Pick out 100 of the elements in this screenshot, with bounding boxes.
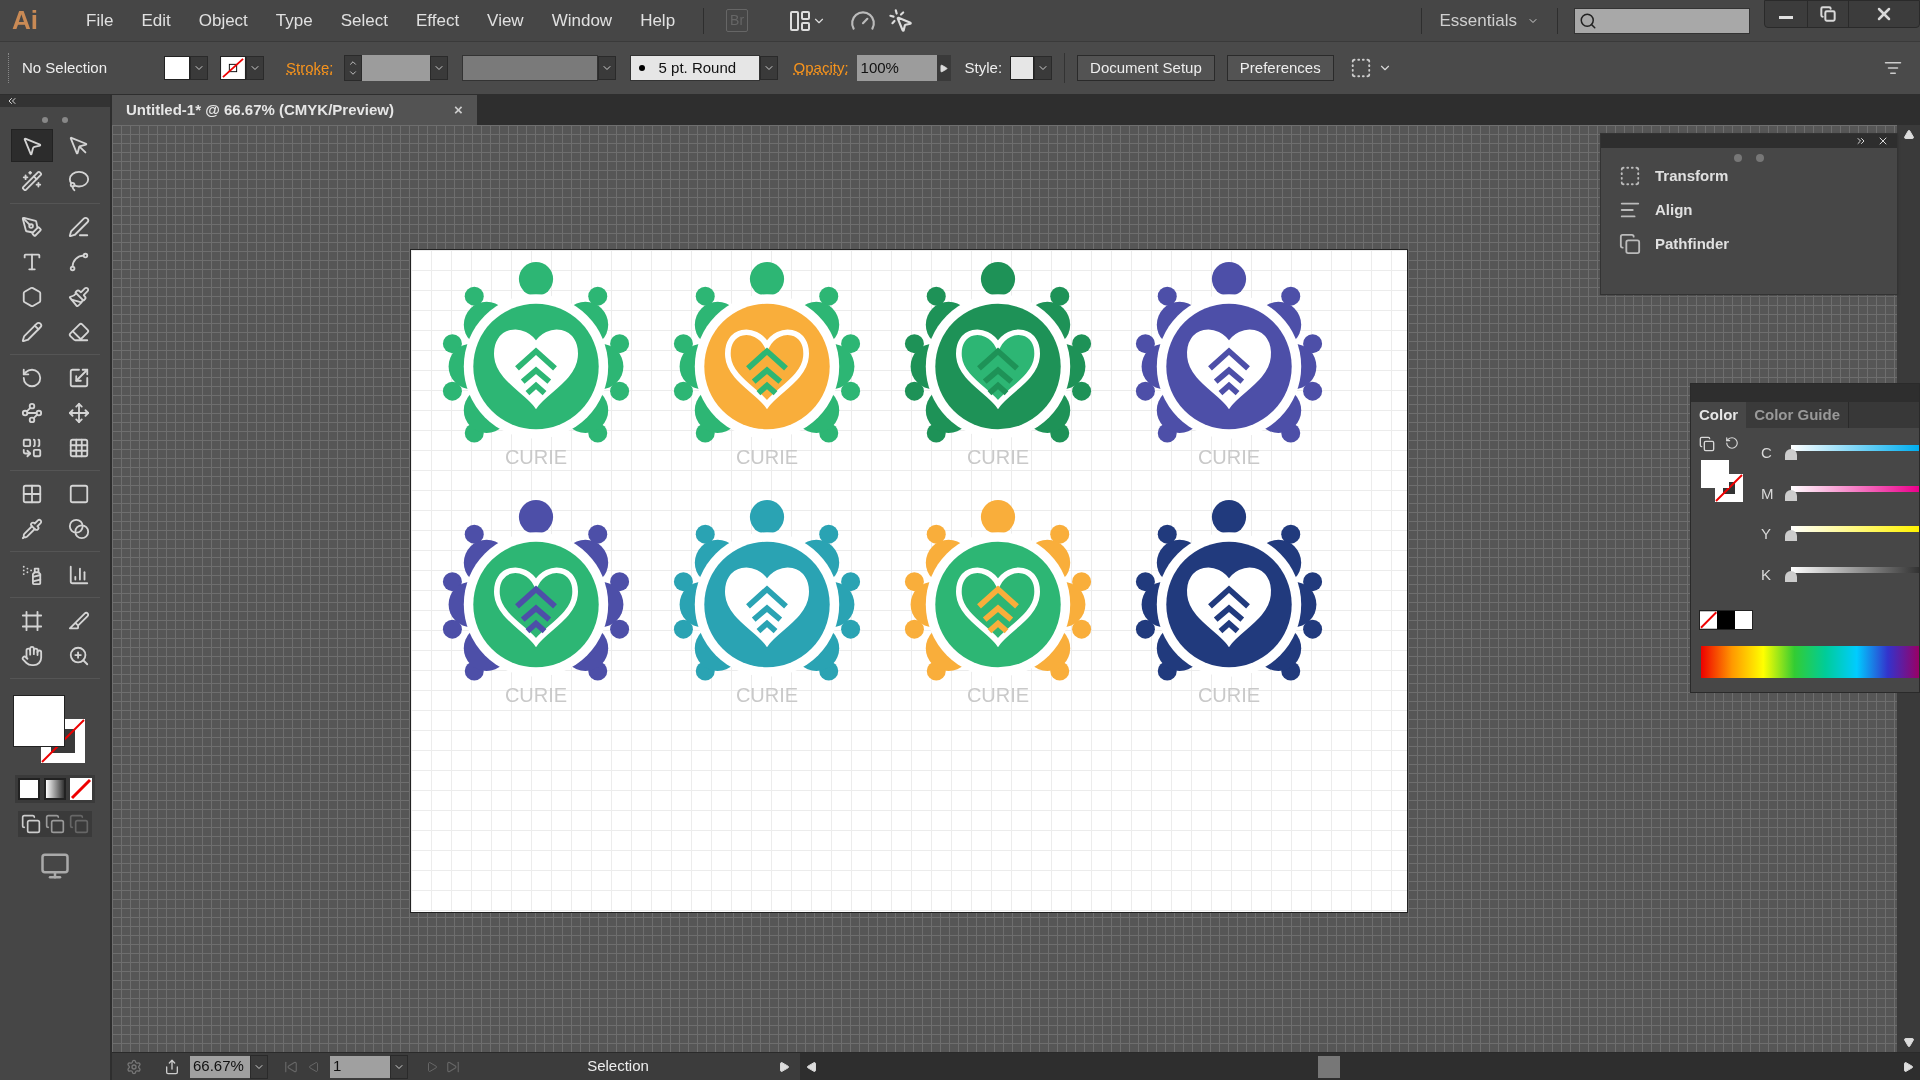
arrow-pointer-tool[interactable]	[10, 129, 53, 162]
artboard-field[interactable]: 1	[330, 1055, 390, 1078]
scroll-left-icon	[806, 1060, 818, 1073]
overlap-squares-icon	[1619, 233, 1641, 255]
swap-icon[interactable]	[1725, 436, 1739, 450]
slider-label: C	[1761, 443, 1773, 463]
menu-item[interactable]: View	[473, 0, 538, 42]
color-slider[interactable]	[1785, 485, 1919, 502]
scroll-up-icon[interactable]	[1902, 129, 1915, 141]
gear-icon[interactable]	[126, 1058, 142, 1075]
color-slider[interactable]	[1785, 445, 1919, 462]
pointer-icon	[67, 134, 90, 157]
menu-item[interactable]: Effect	[401, 0, 474, 42]
blend-icon	[67, 517, 90, 540]
stroke-stepper[interactable]	[343, 55, 362, 81]
panel-item[interactable]: Align	[1601, 193, 1897, 227]
panel-tab[interactable]: Color	[1691, 402, 1747, 428]
no-stroke-swatch[interactable]	[220, 56, 246, 80]
menu-item[interactable]: Window	[537, 0, 627, 42]
slider-thumb[interactable]	[1785, 530, 1797, 542]
fill-swatch[interactable]	[164, 56, 190, 80]
knife-icon	[67, 609, 90, 632]
lasso-icon	[67, 169, 90, 192]
rotate-icon	[20, 366, 43, 389]
tab-close-button[interactable]: ×	[454, 98, 463, 122]
curve-icon	[67, 250, 90, 273]
stroke-weight-field[interactable]	[361, 55, 430, 81]
zoom-icon	[67, 644, 90, 667]
menu-item[interactable]: Help	[626, 0, 690, 42]
chevron-drawing	[976, 347, 1020, 396]
expand-icon[interactable]	[1855, 135, 1867, 147]
none-mode-button[interactable]	[70, 778, 92, 800]
menu-item[interactable]: Select	[326, 0, 402, 42]
document-tab[interactable]: Untitled-1* @ 66.67% (CMYK/Preview) ×	[112, 95, 477, 125]
selection-status: No Selection	[22, 57, 109, 78]
chevron-drawing	[745, 585, 789, 634]
warp-icon	[20, 401, 43, 424]
color-swatch[interactable]	[1717, 611, 1735, 629]
menu-item[interactable]: Object	[184, 0, 262, 42]
move-icon	[67, 401, 90, 424]
toolbar-button[interactable]: Preferences	[1226, 55, 1334, 81]
mesh-icon	[20, 482, 43, 505]
touch-icon[interactable]	[888, 7, 915, 34]
color-slider[interactable]	[1785, 566, 1919, 583]
toolbar-button[interactable]: Document Setup	[1077, 55, 1215, 81]
paintbrush-icon	[67, 285, 90, 308]
pen-line-icon	[67, 215, 90, 238]
magic-wand-icon	[20, 169, 43, 192]
variable-width-field[interactable]	[461, 55, 598, 81]
pen-icon	[20, 215, 43, 238]
close-icon[interactable]	[1877, 135, 1889, 147]
search-field[interactable]	[1574, 7, 1750, 34]
menu-item[interactable]: File	[72, 0, 128, 42]
hand-icon	[20, 644, 43, 667]
status-menu-icon[interactable]	[778, 1060, 790, 1073]
dashed-square-icon	[1619, 165, 1641, 187]
slider-thumb[interactable]	[1785, 570, 1797, 582]
style-swatch[interactable]	[1010, 56, 1035, 80]
screen-mode-icon[interactable]	[40, 851, 70, 881]
gradient-icon	[67, 482, 90, 505]
opacity-link[interactable]: Opacity:	[793, 56, 849, 80]
horizontal-scrollbar[interactable]	[800, 1053, 1920, 1080]
dropdown-button[interactable]	[250, 1054, 268, 1079]
restore-button[interactable]	[1807, 1, 1849, 27]
fill-color-swatch[interactable]	[1701, 460, 1729, 488]
scroll-thumb[interactable]	[1318, 1055, 1340, 1078]
dropdown-button[interactable]	[190, 56, 208, 80]
chevron-drawing	[1207, 585, 1251, 634]
panel-menu-icon[interactable]	[1884, 59, 1902, 77]
menu-item[interactable]: Edit	[127, 0, 185, 42]
stroke-link[interactable]: Stroke:	[286, 56, 334, 80]
gradient-mode-button[interactable]	[44, 778, 66, 800]
draw-normal-icon[interactable]	[21, 814, 41, 834]
dropdown-button[interactable]	[390, 1054, 408, 1079]
panel-item[interactable]: Transform	[1601, 159, 1897, 193]
default-colors-icon[interactable]	[1699, 436, 1715, 452]
fill-color-swatch[interactable]	[13, 695, 65, 747]
color-slider[interactable]	[1785, 526, 1919, 543]
none-swatch[interactable]	[1700, 611, 1718, 629]
zoom-field[interactable]: 66.67%	[190, 1055, 250, 1078]
slider-thumb[interactable]	[1785, 489, 1797, 501]
isolate-icon[interactable]	[1349, 57, 1372, 79]
dropdown-button[interactable]	[246, 56, 264, 80]
opacity-field[interactable]: 100%	[856, 55, 937, 81]
tab-title: Untitled-1* @ 66.67% (CMYK/Preview)	[126, 99, 395, 120]
slider-thumb[interactable]	[1785, 449, 1797, 461]
workspace-switcher[interactable]: Essentials	[1421, 7, 1557, 34]
color-spectrum[interactable]	[1701, 646, 1919, 678]
layout-icon[interactable]	[788, 8, 813, 33]
slider-label: M	[1761, 483, 1773, 504]
share-icon[interactable]	[164, 1058, 180, 1075]
brush-field[interactable]: 5 pt. Round	[629, 55, 760, 81]
collapse-icon[interactable]	[6, 95, 18, 107]
slider-label: Y	[1761, 524, 1772, 544]
draw-behind-icon[interactable]	[45, 814, 65, 834]
panel-item[interactable]: Pathfinder	[1601, 227, 1897, 261]
scroll-down-icon[interactable]	[1902, 1036, 1915, 1048]
color-mode-button[interactable]	[18, 778, 40, 800]
menu-item[interactable]: Type	[261, 0, 327, 42]
app-logo: Ai	[12, 4, 39, 37]
